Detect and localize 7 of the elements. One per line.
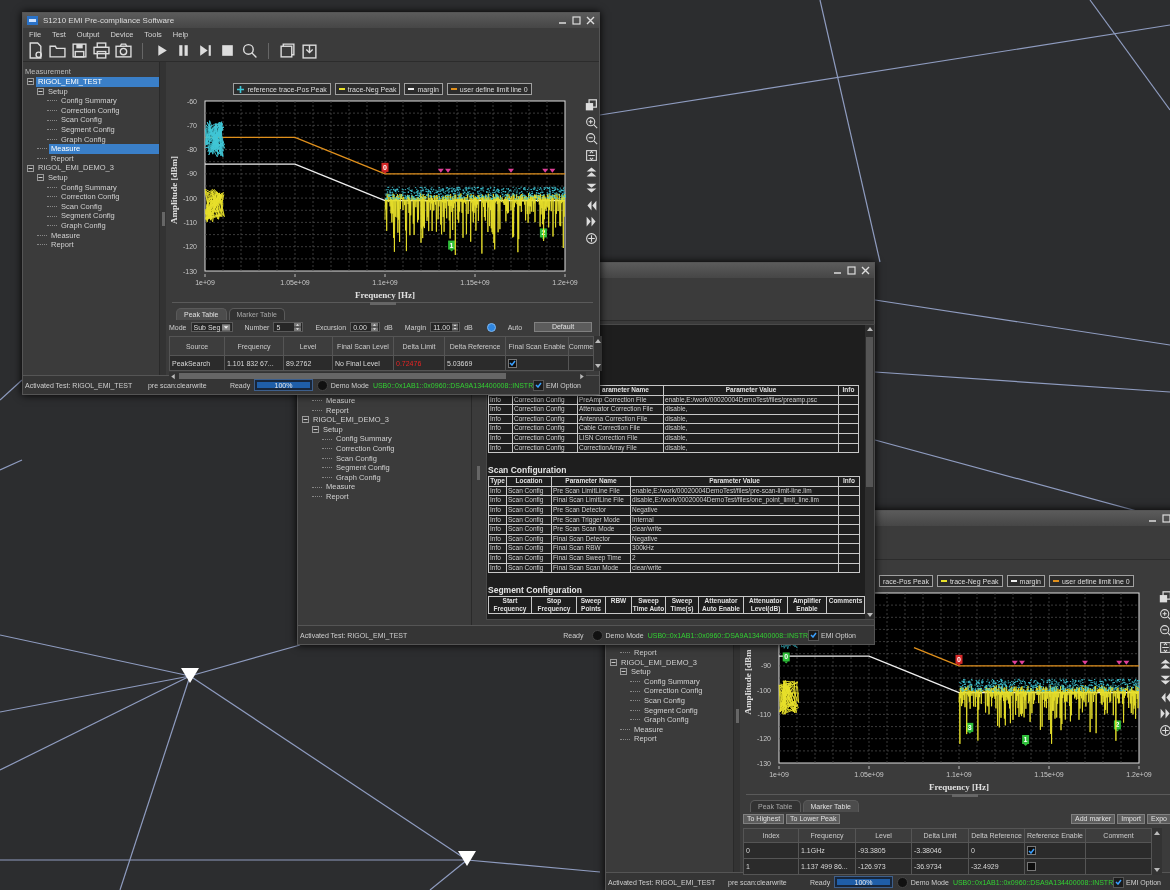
axis-title: Frequency [Hz]	[928, 782, 990, 792]
axis-title: Amplitude [dBm	[743, 649, 753, 715]
axis-title: Frequency [Hz]	[354, 290, 416, 300]
section-title: Scan Configuration	[488, 464, 568, 477]
section-title: Segment Configuration	[488, 584, 583, 597]
axis-title: Amplitude [dBm]	[169, 156, 179, 224]
window-title: S1210 EMI Pre-compliance Software	[43, 16, 175, 25]
